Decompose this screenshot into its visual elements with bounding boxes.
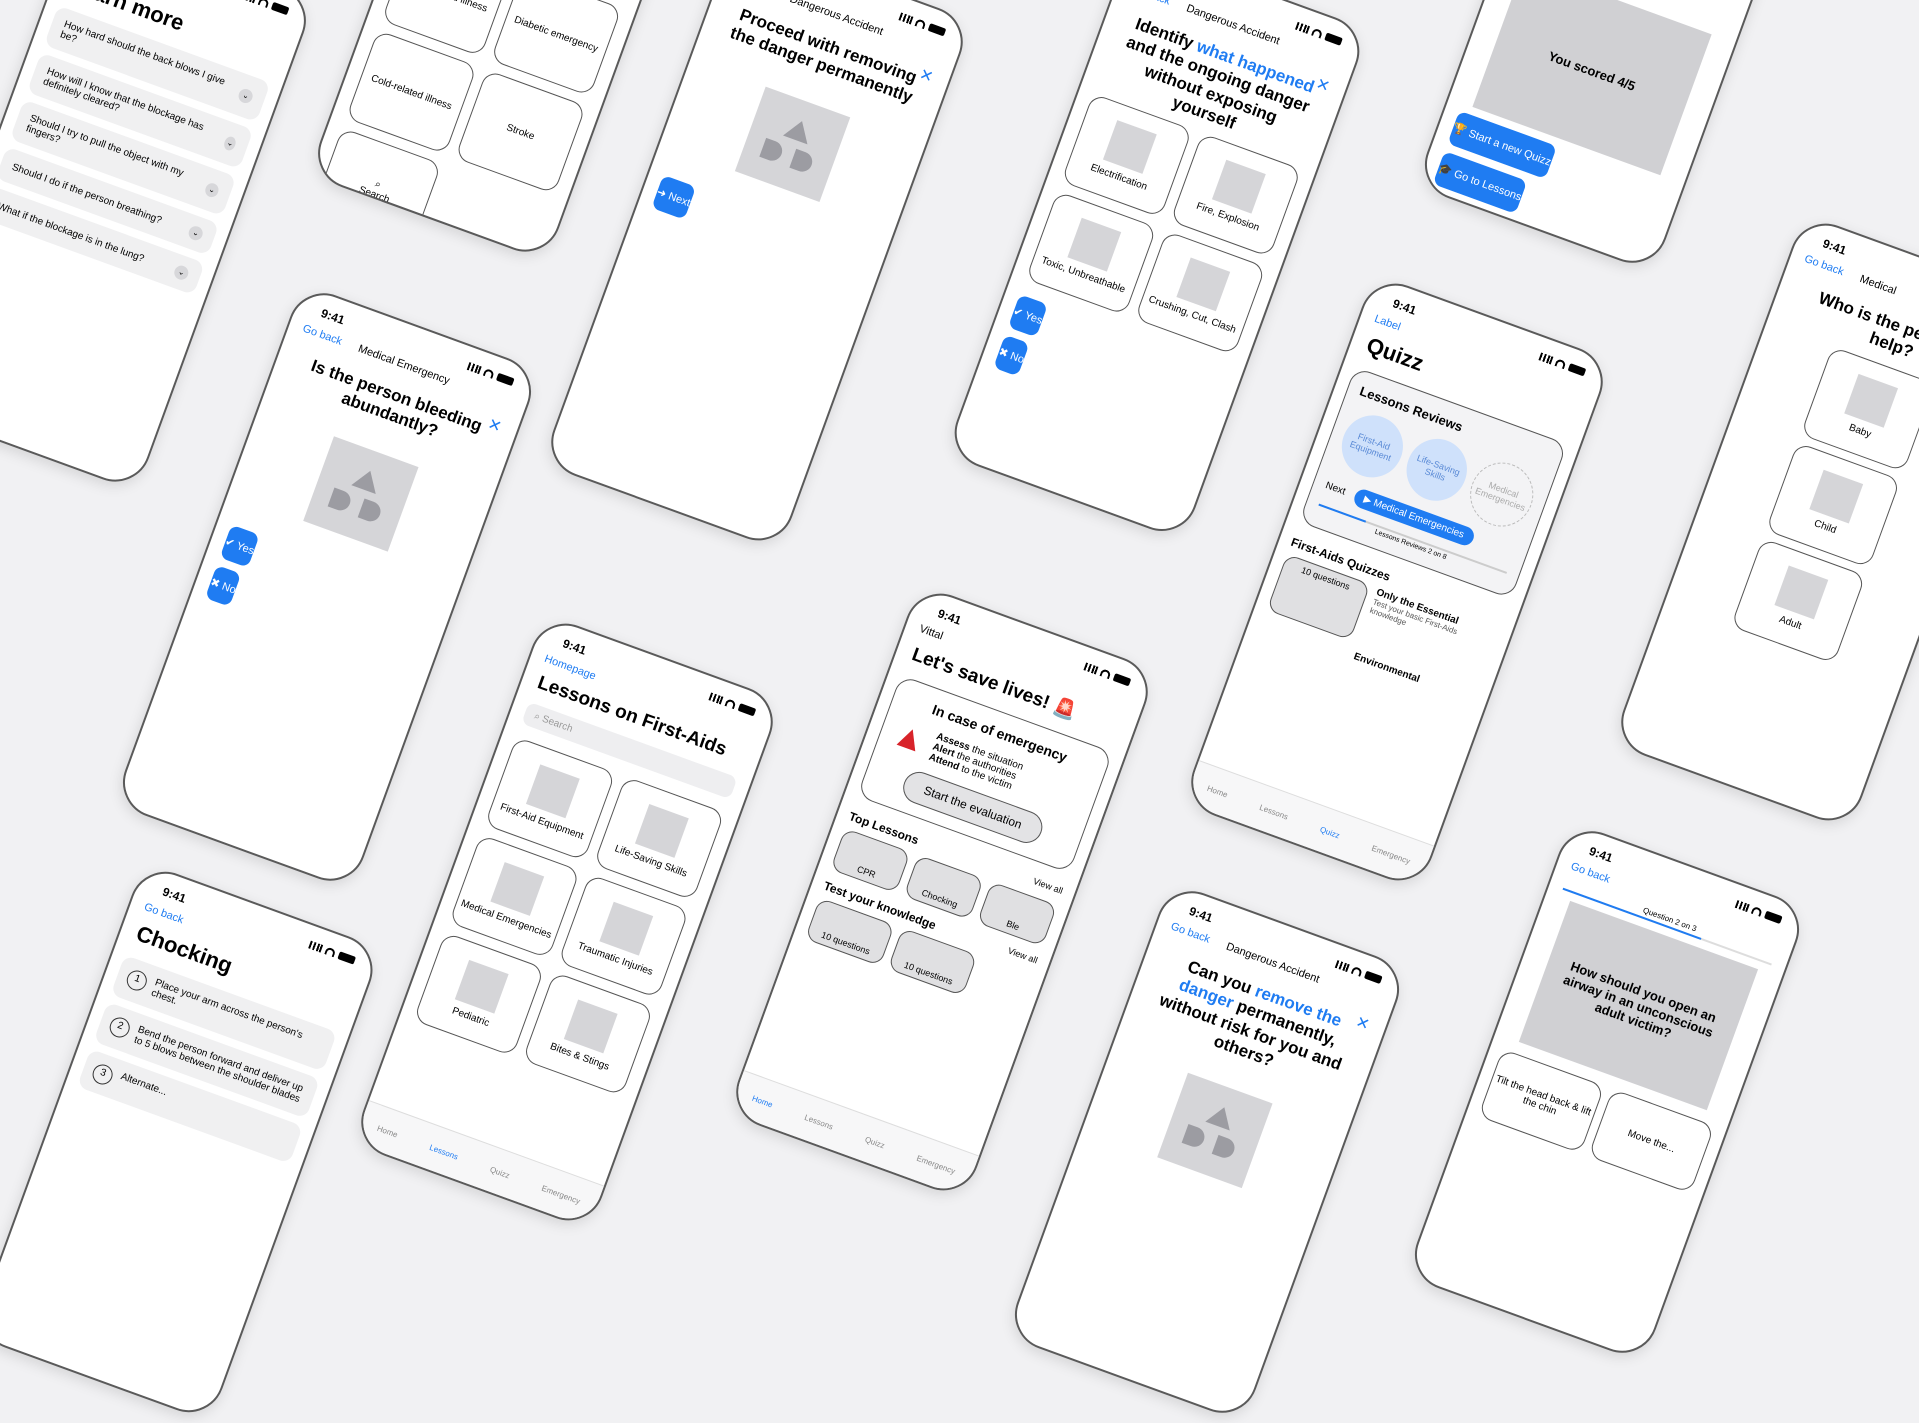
no-button[interactable]: ✖ No <box>993 334 1031 377</box>
chocking-screen: 9:41 Go back Chocking 1 Place your arm ac… <box>0 861 383 1423</box>
quiz-result-screen: You scored 4/5 🏆 Start a new Quizz 🎓 Go … <box>1414 0 1820 273</box>
image-placeholder <box>563 999 618 1053</box>
review-circle[interactable]: Medical Emergencies <box>1461 453 1543 536</box>
wifi-icon <box>324 946 337 958</box>
image-placeholder <box>734 86 851 202</box>
tab-lessons[interactable]: Lessons <box>428 1142 459 1161</box>
wifi-icon <box>257 0 270 9</box>
image-placeholder <box>454 959 509 1014</box>
no-button[interactable]: ✖ No <box>204 564 242 607</box>
next-button[interactable]: ➜ Next <box>651 174 697 220</box>
review-circle[interactable]: Life-Saving Skills <box>1397 430 1476 510</box>
tab-lessons[interactable]: Lessons <box>803 1112 834 1131</box>
signal-icon <box>1538 352 1554 365</box>
image-placeholder <box>1774 565 1829 620</box>
image-placeholder <box>1176 257 1231 312</box>
mockup-stage: 9:41 Go back Learn more How hard should … <box>0 0 1919 1423</box>
image-placeholder <box>599 901 654 956</box>
tab-bar: Home Lessons Quizz Emergency <box>1183 760 1435 888</box>
wifi-icon <box>1554 358 1567 370</box>
signal-icon <box>1295 21 1310 34</box>
signal-icon <box>466 362 482 375</box>
wifi-icon <box>1099 668 1112 680</box>
image-placeholder <box>526 763 580 818</box>
wifi-icon <box>1311 27 1324 39</box>
yes-button[interactable]: ✔ Yes <box>219 524 260 568</box>
tab-home[interactable]: Home <box>376 1123 399 1139</box>
airway-question-screen: 9:41 Go back Question 2 on 3 How should … <box>1404 821 1810 1363</box>
chevron-down-icon: ⌄ <box>172 263 191 282</box>
signal-icon <box>1083 662 1099 675</box>
wifi-icon <box>914 18 927 30</box>
who-to-help-screen: 9:41 Go backMedical Who is the person to… <box>1611 213 1919 831</box>
wifi-icon <box>1350 965 1363 977</box>
chevron-down-icon: ⌄ <box>186 224 205 243</box>
image-placeholder <box>1809 469 1864 524</box>
image-placeholder <box>490 861 545 916</box>
tab-quizz[interactable]: Quizz <box>1319 824 1341 839</box>
tab-lessons[interactable]: Lessons <box>1258 802 1289 821</box>
tab-emergency[interactable]: Emergency <box>915 1153 956 1175</box>
yes-button[interactable]: ✔ Yes <box>1008 293 1049 337</box>
image-placeholder <box>1844 374 1898 428</box>
tab-bar: Home Lessons Quizz Emergency <box>353 1100 605 1228</box>
wifi-icon <box>482 367 495 379</box>
image-placeholder <box>1067 217 1122 272</box>
signal-icon <box>1334 960 1350 973</box>
image-placeholder <box>1211 159 1266 214</box>
signal-icon <box>308 940 324 953</box>
signal-icon <box>1734 900 1750 913</box>
tab-home[interactable]: Home <box>1206 783 1229 799</box>
wifi-icon <box>1750 905 1763 917</box>
warning-icon: ▲ <box>887 714 932 762</box>
signal-icon <box>898 12 914 25</box>
tab-emergency[interactable]: Emergency <box>540 1183 581 1205</box>
signal-icon <box>708 692 724 705</box>
wifi-icon <box>724 698 737 710</box>
review-circle[interactable]: First-Aid Equipment <box>1333 406 1412 486</box>
image-placeholder <box>1157 1072 1273 1188</box>
tab-quizz[interactable]: Quizz <box>489 1164 511 1179</box>
tab-bar: Home Lessons Quizz Emergency <box>728 1070 980 1198</box>
image-placeholder <box>635 803 689 858</box>
tab-emergency[interactable]: Emergency <box>1370 843 1411 865</box>
tab-quizz[interactable]: Quizz <box>864 1134 886 1149</box>
tab-home[interactable]: Home <box>751 1093 774 1109</box>
image-placeholder <box>303 436 419 552</box>
remove-danger-question-screen: 9:41 Go back Dangerous Accident ✕ Can you… <box>1004 881 1410 1423</box>
image-placeholder <box>1102 120 1157 174</box>
